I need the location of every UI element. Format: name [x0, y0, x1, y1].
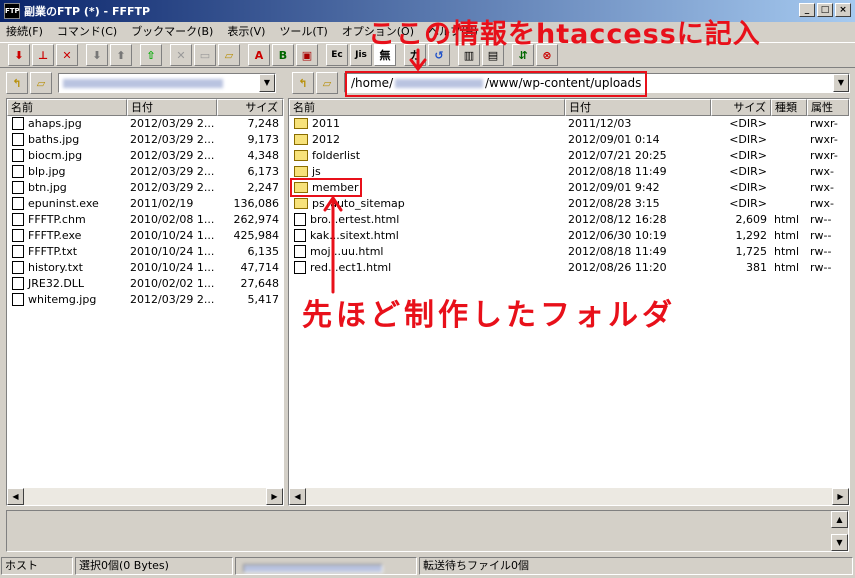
annotation-arrows [323, 48, 427, 294]
